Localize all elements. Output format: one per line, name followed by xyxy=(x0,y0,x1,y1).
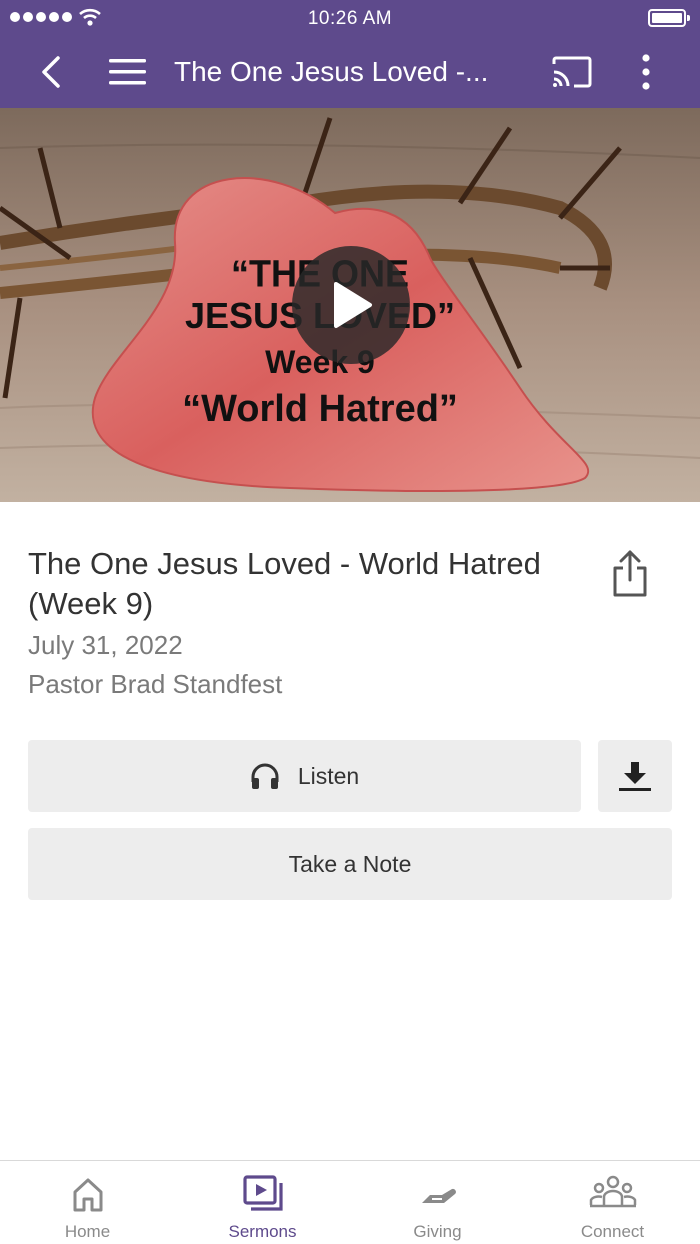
tab-connect-label: Connect xyxy=(580,1222,645,1241)
top-bar: 10:26 AM The One Jesus Loved -... xyxy=(0,0,700,108)
tab-sermons[interactable]: Sermons xyxy=(175,1161,350,1244)
battery-icon xyxy=(648,9,690,27)
headphones-icon xyxy=(251,763,279,789)
status-time: 10:26 AM xyxy=(307,8,393,29)
back-icon[interactable] xyxy=(34,52,70,92)
home-icon xyxy=(73,1178,103,1212)
take-a-note-label: Take a Note xyxy=(288,850,412,877)
sermons-icon xyxy=(243,1175,283,1211)
connect-icon xyxy=(589,1175,637,1208)
take-a-note-button[interactable]: Take a Note xyxy=(28,828,672,900)
page-title: The One Jesus Loved -... xyxy=(174,56,489,87)
sermon-speaker: Pastor Brad Standfest xyxy=(28,669,283,699)
giving-icon xyxy=(422,1188,456,1203)
navigation-bar: The One Jesus Loved -... xyxy=(0,36,700,108)
overlay-line-4: “World Hatred” xyxy=(182,388,458,430)
sermon-details: The One Jesus Loved - World Hatred (Week… xyxy=(28,544,588,700)
sermon-date: July 31, 2022 xyxy=(28,630,183,660)
tab-home[interactable]: Home xyxy=(0,1161,175,1244)
share-icon[interactable] xyxy=(608,548,652,600)
play-button[interactable] xyxy=(292,246,410,364)
download-button[interactable] xyxy=(598,740,672,812)
listen-label: Listen xyxy=(297,762,360,789)
tab-giving[interactable]: Giving xyxy=(350,1161,525,1244)
tab-giving-label: Giving xyxy=(413,1222,462,1241)
bottom-tab-bar: Home Sermons Giving Connect xyxy=(0,1160,700,1244)
more-options-icon[interactable] xyxy=(630,50,662,94)
sermon-title: The One Jesus Loved - World Hatred (Week… xyxy=(28,546,541,621)
tab-connect[interactable]: Connect xyxy=(525,1161,700,1244)
listen-button[interactable]: Listen xyxy=(28,740,581,812)
tab-sermons-label: Sermons xyxy=(228,1222,297,1241)
tab-home-label: Home xyxy=(64,1222,111,1241)
download-icon xyxy=(619,762,651,791)
hamburger-menu-icon[interactable] xyxy=(108,56,148,88)
play-icon xyxy=(334,282,372,328)
cast-icon[interactable] xyxy=(550,54,594,90)
sermon-video-thumbnail[interactable]: “THE ONE JESUS LOVED” Week 9 “World Hatr… xyxy=(0,108,700,502)
status-bar: 10:26 AM xyxy=(0,0,700,36)
